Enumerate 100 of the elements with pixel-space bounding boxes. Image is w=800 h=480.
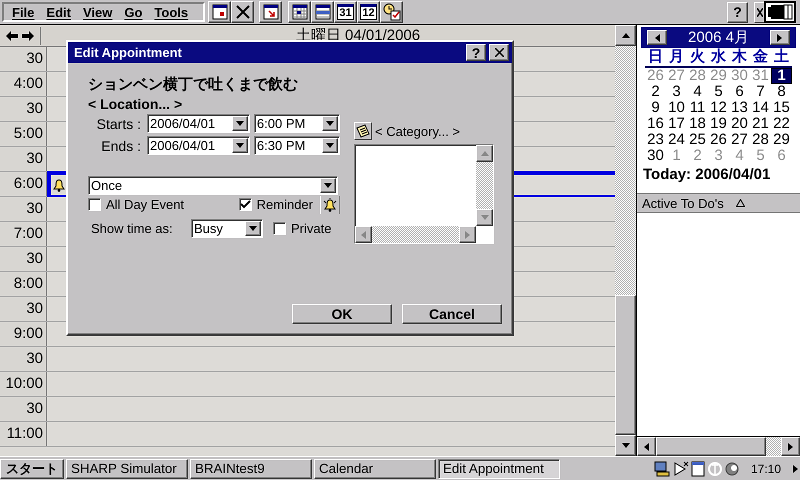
scroll-left-button[interactable] [637, 437, 656, 456]
category-link[interactable]: < Category... > [375, 124, 460, 138]
menu-item[interactable]: Edit [40, 4, 77, 20]
dialog-button[interactable]: OK [292, 304, 392, 324]
close-button[interactable] [489, 44, 509, 61]
calendar-day[interactable]: 14 [750, 100, 771, 116]
calendar-day[interactable]: 4 [687, 84, 708, 100]
checkbox[interactable] [88, 198, 101, 211]
calendar-day[interactable]: 12 [708, 100, 729, 116]
scroll-up-button[interactable] [476, 145, 493, 162]
previous-month-button[interactable] [647, 30, 667, 45]
clock[interactable]: 17:10 [750, 462, 781, 476]
calendar-day[interactable]: 21 [750, 116, 771, 132]
todo-header[interactable]: Active To Do's [637, 193, 800, 213]
busy-dropdown[interactable]: Busy [191, 219, 263, 238]
help-button[interactable]: ? [727, 2, 748, 22]
calendar-day[interactable]: 25 [687, 132, 708, 148]
appointment-subject[interactable]: ションベン横丁で吐くまで飲む [88, 75, 502, 96]
time-label: 30 [0, 47, 47, 71]
scrollbar-thumb[interactable] [656, 437, 766, 456]
date-field[interactable]: 2006/04/01 [147, 114, 250, 133]
calendar-day[interactable]: 22 [771, 116, 792, 132]
calendar-day[interactable]: 16 [645, 116, 666, 132]
menu-item[interactable]: Tools [148, 4, 194, 20]
calendar-day[interactable]: 5 [708, 84, 729, 100]
dialog-button[interactable]: Cancel [402, 304, 502, 324]
start-button[interactable]: スタート [0, 458, 64, 478]
calendar-day[interactable]: 30 [645, 148, 666, 164]
menu-item[interactable]: Go [118, 4, 148, 20]
date-field[interactable]: 2006/04/01 [147, 136, 250, 155]
time-field[interactable]: 6:00 PM [254, 114, 340, 133]
calendar-day[interactable]: 15 [771, 100, 792, 116]
calendar-day[interactable]: 1 [771, 68, 792, 84]
dropdown-button[interactable] [232, 116, 248, 131]
calendar-day[interactable]: 18 [687, 116, 708, 132]
calendar-day[interactable]: 9 [645, 100, 666, 116]
calendar-day[interactable]: 7 [750, 84, 771, 100]
keyboard-icon[interactable] [690, 460, 705, 476]
reminder-sound-button[interactable] [320, 196, 340, 214]
taskbar-button[interactable]: SHARP Simulator [66, 458, 188, 478]
dropdown-button[interactable] [232, 138, 248, 153]
checkbox[interactable] [273, 222, 286, 235]
scroll-down-button[interactable] [476, 209, 493, 226]
category-button[interactable] [354, 122, 372, 140]
close-icon [494, 48, 504, 57]
location-link[interactable]: < Location... > [88, 96, 502, 112]
help-button[interactable]: ? [466, 44, 486, 61]
dropdown-button[interactable] [245, 221, 261, 236]
taskbar-button[interactable]: BRAINtest9 [190, 458, 312, 478]
today-label[interactable]: Today: 2006/04/01 [643, 166, 796, 183]
calendar-day[interactable]: 17 [666, 116, 687, 132]
menu-item[interactable]: View [76, 4, 118, 20]
scroll-right-button[interactable] [781, 437, 800, 456]
network-icon[interactable] [652, 460, 671, 476]
calendar-day[interactable]: 3 [666, 84, 687, 100]
scroll-right-button[interactable] [459, 226, 476, 243]
toolbar-button[interactable] [259, 1, 282, 23]
calendar-day[interactable]: 10 [666, 100, 687, 116]
toolbar-button[interactable] [231, 1, 254, 23]
scroll-up-button[interactable] [615, 25, 636, 46]
calendar-day[interactable]: 29 [771, 132, 792, 148]
week-grid-icon [314, 4, 330, 20]
dropdown-button[interactable] [320, 178, 336, 193]
taskbar-button[interactable]: Calendar [314, 458, 436, 478]
speaker-icon[interactable] [724, 460, 741, 476]
calendar-day[interactable]: 11 [687, 100, 708, 116]
close-button[interactable] [754, 2, 765, 22]
scroll-left-button[interactable] [355, 226, 372, 243]
calendar-day[interactable]: 2 [645, 84, 666, 100]
menu-item[interactable]: File [6, 4, 40, 20]
time-field[interactable]: 6:30 PM [254, 136, 340, 155]
calendar-day[interactable]: 23 [645, 132, 666, 148]
pen-input-icon[interactable] [672, 460, 689, 476]
caret-icon [236, 143, 244, 148]
forward-arrow-icon[interactable] [22, 30, 34, 40]
toolbar-button[interactable] [208, 1, 231, 23]
checkbox[interactable] [238, 198, 252, 211]
calendar-day[interactable]: 13 [729, 100, 750, 116]
calendar-day[interactable]: 6 [729, 84, 750, 100]
calendar-day[interactable]: 20 [729, 116, 750, 132]
dropdown-button[interactable] [322, 116, 338, 131]
calendar-day[interactable]: 8 [771, 84, 792, 100]
dropdown-button[interactable] [322, 138, 338, 153]
scroll-down-button[interactable] [615, 435, 636, 456]
toolbar-button[interactable] [311, 1, 334, 23]
toolbar-button[interactable] [380, 1, 403, 23]
taskbar-button[interactable]: Edit Appointment [438, 458, 560, 478]
calendar-day[interactable]: 19 [708, 116, 729, 132]
next-month-button[interactable] [770, 30, 790, 45]
scrollbar-thumb[interactable] [615, 295, 636, 435]
calendar-day[interactable]: 26 [708, 132, 729, 148]
calendar-day[interactable]: 27 [729, 132, 750, 148]
calendar-day[interactable]: 24 [666, 132, 687, 148]
starts-label: Starts : [96, 116, 142, 132]
toolbar-button[interactable] [288, 1, 311, 23]
category-list[interactable] [354, 144, 494, 244]
back-arrow-icon[interactable] [6, 30, 18, 40]
calendar-icon [212, 4, 228, 20]
recurrence-dropdown[interactable]: Once [88, 176, 338, 195]
calendar-day[interactable]: 28 [750, 132, 771, 148]
